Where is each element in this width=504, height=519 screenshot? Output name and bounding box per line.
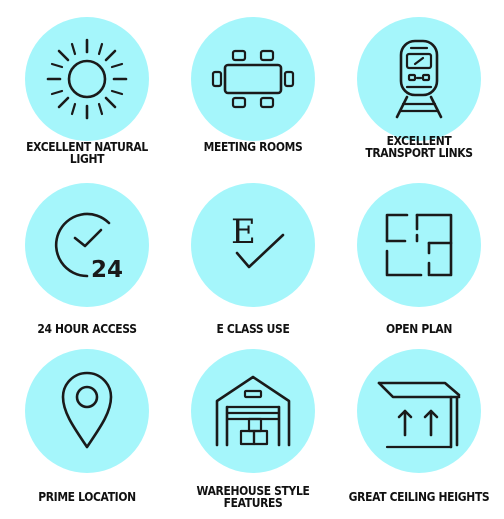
feature-circle: 24	[25, 183, 149, 307]
feature-circle	[25, 349, 149, 473]
feature-transport-links: EXCELLENT TRANSPORT LINKS	[334, 17, 504, 187]
train-icon	[395, 39, 443, 119]
feature-warehouse-style: WAREHOUSE STYLE FEATURES	[168, 349, 338, 519]
feature-label: PRIME LOCATION	[38, 489, 136, 504]
meeting-table-icon	[211, 49, 295, 109]
feature-label: EXCELLENT TRANSPORT LINKS	[365, 133, 473, 160]
floor-plan-icon	[385, 213, 453, 277]
feature-circle	[357, 17, 481, 141]
e-class-check-icon: E	[231, 212, 285, 269]
sun-icon	[46, 38, 128, 120]
feature-circle	[357, 349, 481, 473]
feature-circle	[191, 349, 315, 473]
feature-label: OPEN PLAN	[385, 321, 453, 336]
feature-circle: E	[191, 183, 315, 307]
feature-open-plan: OPEN PLAN	[334, 183, 504, 353]
feature-circle	[191, 17, 315, 141]
location-pin-icon	[61, 371, 113, 449]
feature-label: E CLASS USE	[216, 321, 290, 336]
feature-label: MEETING ROOMS	[203, 139, 303, 154]
feature-label: GREAT CEILING HEIGHTS	[348, 489, 490, 504]
clock-24-icon: 24	[54, 212, 123, 283]
feature-natural-light: EXCELLENT NATURAL LIGHT	[2, 17, 172, 187]
clock-number: 24	[91, 257, 123, 283]
feature-prime-location: PRIME LOCATION	[2, 349, 172, 519]
feature-ceiling-heights: GREAT CEILING HEIGHTS	[334, 349, 504, 519]
e-class-letter: E	[231, 212, 256, 252]
feature-label: 24 HOUR ACCESS	[37, 321, 137, 336]
feature-meeting-rooms: MEETING ROOMS	[168, 17, 338, 187]
ceiling-height-icon	[377, 381, 461, 449]
feature-label: EXCELLENT NATURAL LIGHT	[26, 139, 148, 166]
feature-circle	[25, 17, 149, 141]
warehouse-icon	[215, 375, 291, 447]
feature-label: WAREHOUSE STYLE FEATURES	[196, 483, 310, 510]
feature-circle	[357, 183, 481, 307]
feature-e-class-use: E E CLASS USE	[168, 183, 338, 353]
feature-24-hour-access: 24 24 HOUR ACCESS	[2, 183, 172, 353]
